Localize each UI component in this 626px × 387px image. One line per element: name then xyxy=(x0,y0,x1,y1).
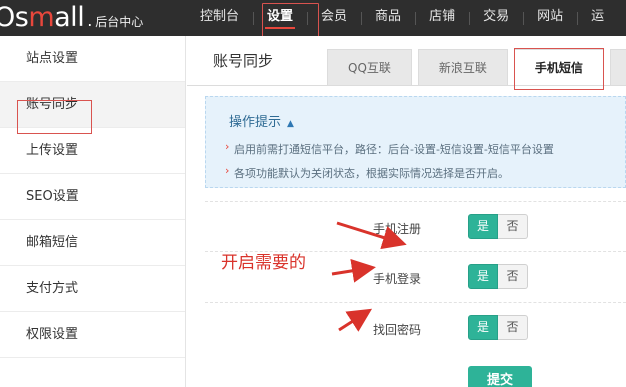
nav-item-settings[interactable]: 设置 xyxy=(253,0,307,36)
tab-bar: QQ互联 新浪互联 手机短信 xyxy=(327,49,626,86)
sidebar-item-payment-methods[interactable]: 支付方式 xyxy=(0,266,185,312)
nav-item-stores[interactable]: 店铺 xyxy=(415,0,469,36)
tips-panel: 操作提示▲ 启用前需打通短信平台，路径：后台-设置-短信设置-短信平台设置 各项… xyxy=(205,96,626,188)
toggle-yes-button[interactable]: 是 xyxy=(468,264,498,289)
nav-item-members[interactable]: 会员 xyxy=(307,0,361,36)
nav-item-website[interactable]: 网站 xyxy=(523,0,577,36)
tab-bar-divider xyxy=(187,85,626,86)
toggle-no-button[interactable]: 否 xyxy=(498,315,528,340)
setting-label: 手机注册 xyxy=(373,222,422,236)
logo[interactable]: Osmall . 后台中心 xyxy=(0,1,143,35)
nav-item-trade[interactable]: 交易 xyxy=(469,0,523,36)
tab-qq-connect[interactable]: QQ互联 xyxy=(327,49,412,85)
tab-overflow[interactable] xyxy=(609,49,626,85)
yes-no-toggle: 是 否 xyxy=(468,214,528,239)
toggle-no-button[interactable]: 否 xyxy=(498,214,528,239)
yes-no-toggle: 是 否 xyxy=(468,315,528,340)
sidebar-item-account-sync[interactable]: 账号同步 xyxy=(0,82,185,128)
tips-line: 启用前需打通短信平台，路径：后台-设置-短信设置-短信平台设置 xyxy=(225,140,554,157)
tips-title[interactable]: 操作提示 ▲ xyxy=(229,111,294,130)
page-title: 账号同步 xyxy=(213,52,274,70)
toggle-yes-button[interactable]: 是 xyxy=(468,315,498,340)
tab-sina-connect[interactable]: 新浪互联 xyxy=(417,49,508,85)
nav-item-dashboard[interactable]: 控制台 xyxy=(186,0,253,36)
toggle-yes-button[interactable]: 是 xyxy=(468,214,498,239)
main-nav: 控制台 设置 会员 商品 店铺 交易 网站 运 xyxy=(186,0,618,36)
setting-label: 找回密码 xyxy=(373,323,422,337)
sidebar: 站点设置 账号同步 上传设置 SEO设置 邮箱短信 支付方式 权限设置 xyxy=(0,36,186,387)
submit-button[interactable]: 提交 xyxy=(468,366,532,387)
annotation-text: 开启需要的 xyxy=(221,253,306,273)
sidebar-item-email-sms[interactable]: 邮箱短信 xyxy=(0,220,185,266)
toggle-no-button[interactable]: 否 xyxy=(498,264,528,289)
tab-mobile-sms[interactable]: 手机短信 xyxy=(513,49,604,86)
sidebar-item-permission-settings[interactable]: 权限设置 xyxy=(0,312,185,358)
sidebar-item-seo-settings[interactable]: SEO设置 xyxy=(0,174,185,220)
nav-item-goods[interactable]: 商品 xyxy=(361,0,415,36)
main-content: 账号同步 QQ互联 新浪互联 手机短信 操作提示▲ 启用前需打通短信平台，路径：… xyxy=(187,36,626,387)
sidebar-item-upload-settings[interactable]: 上传设置 xyxy=(0,128,185,174)
sidebar-item-site-settings[interactable]: 站点设置 xyxy=(0,36,185,82)
logo-wordmark: Osmall xyxy=(0,2,85,33)
tips-line: 各项功能默认为关闭状态，根据实际情况选择是否开启。 xyxy=(225,164,509,181)
yes-no-toggle: 是 否 xyxy=(468,264,528,289)
setting-row-password-recovery: 找回密码 是 否 xyxy=(205,302,626,352)
setting-row-mobile-register: 手机注册 是 否 xyxy=(205,201,626,251)
logo-dot: . xyxy=(87,11,93,30)
top-navigation-bar: Osmall . 后台中心 控制台 设置 会员 商品 店铺 交易 网站 运 xyxy=(0,0,626,36)
logo-subtitle: 后台中心 xyxy=(95,15,144,29)
setting-label: 手机登录 xyxy=(373,272,422,286)
nav-item-operation[interactable]: 运 xyxy=(577,0,618,36)
caret-up-icon[interactable]: ▲ xyxy=(287,119,294,129)
